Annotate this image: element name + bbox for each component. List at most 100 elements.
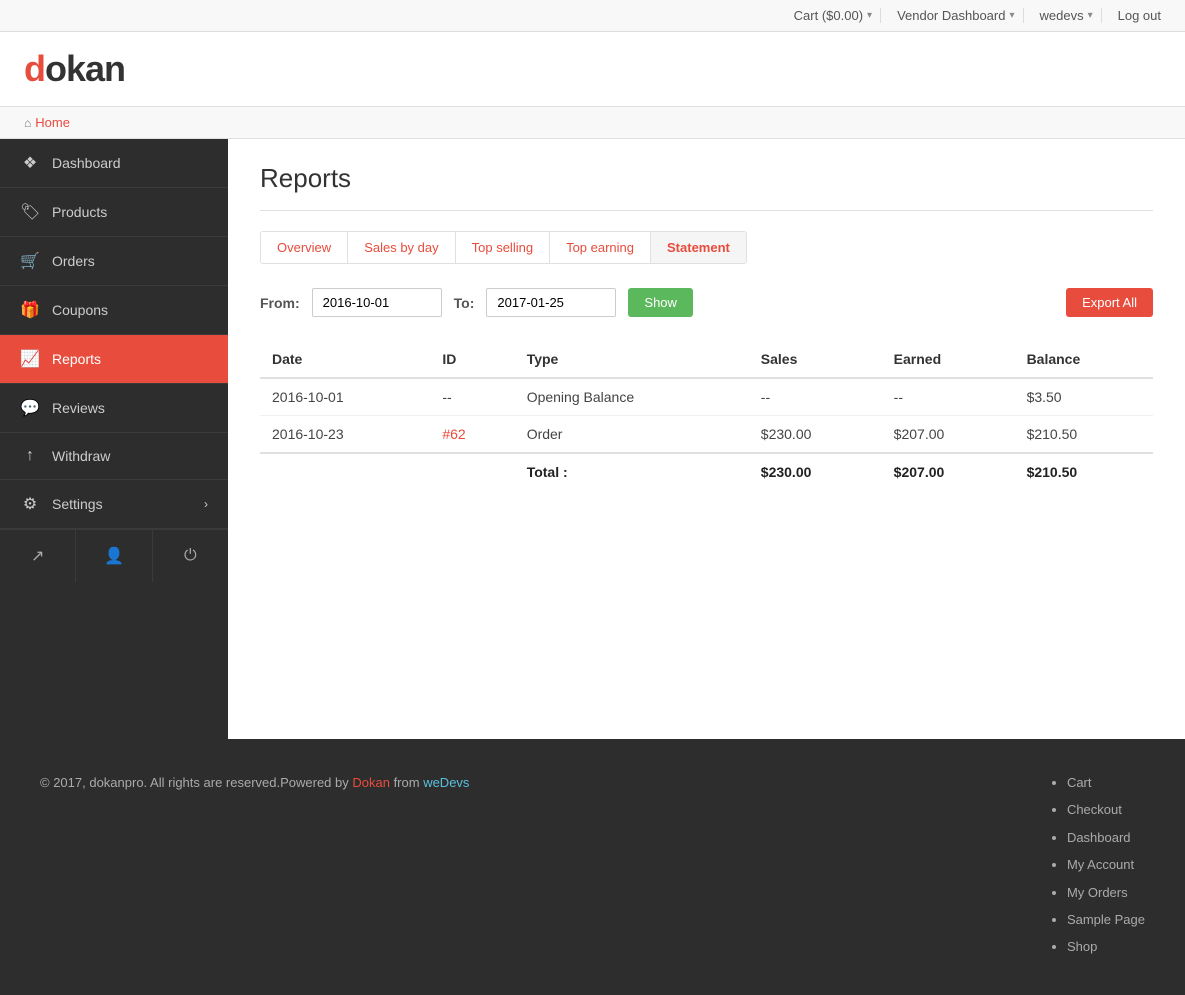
footer-copyright: © 2017, dokanpro. All rights are reserve… — [40, 771, 469, 794]
report-table: Date ID Type Sales Earned Balance 2016-1… — [260, 341, 1153, 490]
cart-caret: ▾ — [867, 10, 872, 21]
sidebar-label-products: Products — [52, 204, 107, 220]
vendor-dashboard-label: Vendor Dashboard — [897, 8, 1005, 23]
top-bar: Cart ($0.00) ▾ Vendor Dashboard ▾ wedevs… — [0, 0, 1185, 32]
footer: © 2017, dokanpro. All rights are reserve… — [0, 739, 1185, 995]
logout-button[interactable]: Log out — [1110, 8, 1169, 23]
footer-shop-link[interactable]: Shop — [1067, 939, 1097, 954]
sidebar-item-withdraw[interactable]: ↑ Withdraw — [0, 433, 228, 480]
copyright-text: © 2017, dokanpro. All rights are reserve… — [40, 775, 352, 790]
col-balance: Balance — [1015, 341, 1153, 378]
list-item: Sample Page — [1067, 908, 1145, 931]
col-sales: Sales — [749, 341, 882, 378]
tab-top-earning[interactable]: Top earning — [550, 232, 651, 263]
cart-menu[interactable]: Cart ($0.00) ▾ — [786, 8, 881, 23]
col-type: Type — [515, 341, 749, 378]
tabs: Overview Sales by day Top selling Top ea… — [260, 231, 747, 264]
show-button[interactable]: Show — [628, 288, 693, 317]
user-profile-icon[interactable]: 👤 — [76, 530, 152, 582]
footer-dashboard-link[interactable]: Dashboard — [1067, 830, 1131, 845]
total-earned: $207.00 — [882, 453, 1015, 490]
footer-nav-list: Cart Checkout Dashboard My Account My Or… — [1049, 771, 1145, 959]
footer-cart-link[interactable]: Cart — [1067, 775, 1092, 790]
from-text: from — [390, 775, 423, 790]
tab-overview[interactable]: Overview — [261, 232, 348, 263]
from-input[interactable] — [312, 288, 442, 317]
sidebar-label-settings: Settings — [52, 496, 103, 512]
orders-icon: 🛒 — [20, 251, 40, 271]
reports-icon: 📈 — [20, 349, 40, 369]
order-link[interactable]: #62 — [442, 426, 465, 442]
user-caret: ▾ — [1088, 10, 1093, 21]
sidebar-bottom: ↗ 👤 ⏻ — [0, 529, 228, 582]
list-item: My Account — [1067, 853, 1145, 876]
list-item: Checkout — [1067, 798, 1145, 821]
row2-date: 2016-10-23 — [260, 416, 430, 454]
settings-icon: ⚙ — [20, 494, 40, 514]
row1-sales: -- — [749, 378, 882, 416]
sidebar-item-products[interactable]: 🏷 Products — [0, 188, 228, 237]
sidebar-label-reports: Reports — [52, 351, 101, 367]
sidebar-item-reports[interactable]: 📈 Reports — [0, 335, 228, 384]
table-row: 2016-10-01 -- Opening Balance -- -- $3.5… — [260, 378, 1153, 416]
sidebar-item-settings[interactable]: ⚙ Settings › — [0, 480, 228, 529]
vendor-caret: ▾ — [1009, 10, 1014, 21]
logo-d: d — [24, 48, 45, 89]
tab-sales-by-day[interactable]: Sales by day — [348, 232, 455, 263]
sidebar-item-orders[interactable]: 🛒 Orders — [0, 237, 228, 286]
to-input[interactable] — [486, 288, 616, 317]
row2-id[interactable]: #62 — [430, 416, 514, 454]
col-id: ID — [430, 341, 514, 378]
row1-balance: $3.50 — [1015, 378, 1153, 416]
sidebar-label-dashboard: Dashboard — [52, 155, 121, 171]
row1-earned: -- — [882, 378, 1015, 416]
export-button[interactable]: Export All — [1066, 288, 1153, 317]
footer-myaccount-link[interactable]: My Account — [1067, 857, 1134, 872]
sidebar-label-coupons: Coupons — [52, 302, 108, 318]
products-icon: 🏷 — [20, 202, 40, 222]
user-menu[interactable]: wedevs ▾ — [1032, 8, 1102, 23]
tab-top-selling[interactable]: Top selling — [456, 232, 550, 263]
sidebar-label-withdraw: Withdraw — [52, 448, 110, 464]
list-item: My Orders — [1067, 881, 1145, 904]
list-item: Cart — [1067, 771, 1145, 794]
table-row: 2016-10-23 #62 Order $230.00 $207.00 $21… — [260, 416, 1153, 454]
list-item: Dashboard — [1067, 826, 1145, 849]
power-icon[interactable]: ⏻ — [153, 530, 228, 582]
total-row: Total : $230.00 $207.00 $210.50 — [260, 453, 1153, 490]
logo-rest: okan — [45, 48, 125, 89]
breadcrumb: ⌂ Home — [0, 107, 1185, 139]
footer-samplepage-link[interactable]: Sample Page — [1067, 912, 1145, 927]
list-item: Shop — [1067, 935, 1145, 958]
sidebar-item-reviews[interactable]: 💬 Reviews — [0, 384, 228, 433]
vendor-dashboard-menu[interactable]: Vendor Dashboard ▾ — [889, 8, 1023, 23]
sidebar-item-coupons[interactable]: 🎁 Coupons — [0, 286, 228, 335]
col-earned: Earned — [882, 341, 1015, 378]
total-sales: $230.00 — [749, 453, 882, 490]
settings-arrow: › — [204, 497, 208, 511]
total-label: Total : — [515, 453, 749, 490]
page-title: Reports — [260, 163, 1153, 211]
footer-checkout-link[interactable]: Checkout — [1067, 802, 1122, 817]
logo: dokan — [24, 48, 125, 90]
coupons-icon: 🎁 — [20, 300, 40, 320]
footer-myorders-link[interactable]: My Orders — [1067, 885, 1128, 900]
sidebar-label-orders: Orders — [52, 253, 95, 269]
row1-type: Opening Balance — [515, 378, 749, 416]
row2-type: Order — [515, 416, 749, 454]
sidebar: ❖ Dashboard 🏷 Products 🛒 Orders 🎁 Coupon… — [0, 139, 228, 739]
dokan-link[interactable]: Dokan — [352, 775, 390, 790]
from-label: From: — [260, 295, 300, 311]
cart-label: Cart ($0.00) — [794, 8, 863, 23]
sidebar-item-dashboard[interactable]: ❖ Dashboard — [0, 139, 228, 188]
breadcrumb-home[interactable]: Home — [35, 115, 70, 130]
user-label: wedevs — [1040, 8, 1084, 23]
tab-statement[interactable]: Statement — [651, 232, 746, 263]
total-balance: $210.50 — [1015, 453, 1153, 490]
wedevs-link[interactable]: weDevs — [423, 775, 469, 790]
site-header: dokan — [0, 32, 1185, 107]
main-layout: ❖ Dashboard 🏷 Products 🛒 Orders 🎁 Coupon… — [0, 139, 1185, 739]
external-link-icon[interactable]: ↗ — [0, 530, 76, 582]
dashboard-icon: ❖ — [20, 153, 40, 173]
to-label: To: — [454, 295, 475, 311]
